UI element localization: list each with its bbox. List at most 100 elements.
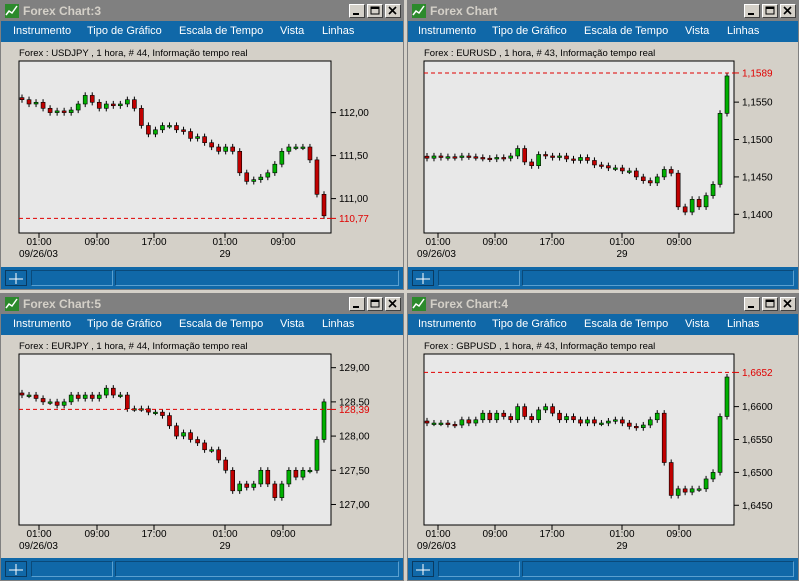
candle-down[interactable] xyxy=(550,155,555,158)
close-button[interactable] xyxy=(385,4,401,18)
candle-down[interactable] xyxy=(111,103,116,107)
candle-up[interactable] xyxy=(209,449,214,452)
menu-instrumento[interactable]: Instrumento xyxy=(418,25,476,37)
menu-vista[interactable]: Vista xyxy=(280,318,304,330)
candle-up[interactable] xyxy=(125,99,130,105)
candle-down[interactable] xyxy=(501,412,507,417)
candle-up[interactable] xyxy=(515,148,520,157)
candle-up[interactable] xyxy=(251,483,257,488)
candle-down[interactable] xyxy=(501,157,507,160)
menu-linhas[interactable]: Linhas xyxy=(322,25,354,37)
maximize-button[interactable] xyxy=(367,297,383,311)
menu-vista[interactable]: Vista xyxy=(685,25,709,37)
candle-up[interactable] xyxy=(445,156,451,159)
candle-down[interactable] xyxy=(438,155,444,158)
menu-linhas[interactable]: Linhas xyxy=(322,318,354,330)
candle-up[interactable] xyxy=(578,157,583,161)
candle-up[interactable] xyxy=(61,401,67,406)
candle-down[interactable] xyxy=(640,176,646,181)
candle-down[interactable] xyxy=(111,387,116,396)
candle-up[interactable] xyxy=(640,424,646,428)
candle-down[interactable] xyxy=(634,426,639,429)
candle-down[interactable] xyxy=(627,422,632,427)
candle-up[interactable] xyxy=(26,394,32,397)
candle-down[interactable] xyxy=(265,469,271,485)
maximize-button[interactable] xyxy=(762,4,778,18)
candle-up[interactable] xyxy=(675,488,681,496)
candle-down[interactable] xyxy=(599,164,604,167)
candle-down[interactable] xyxy=(230,146,235,152)
candle-down[interactable] xyxy=(606,165,611,169)
candle-down[interactable] xyxy=(244,172,250,182)
close-button[interactable] xyxy=(780,4,796,18)
candle-down[interactable] xyxy=(26,99,32,105)
crosshair-button[interactable] xyxy=(412,270,434,286)
candle-up[interactable] xyxy=(265,172,271,178)
candle-down[interactable] xyxy=(522,406,527,417)
candle-up[interactable] xyxy=(494,412,500,421)
candle-up[interactable] xyxy=(54,110,60,113)
candle-down[interactable] xyxy=(293,469,299,478)
candle-up[interactable] xyxy=(293,146,299,149)
menu-vista[interactable]: Vista xyxy=(280,25,304,37)
candle-up[interactable] xyxy=(82,394,88,399)
menu-instrumento[interactable]: Instrumento xyxy=(13,25,71,37)
candle-up[interactable] xyxy=(696,488,702,491)
candle-down[interactable] xyxy=(209,142,214,148)
candle-down[interactable] xyxy=(564,155,569,160)
chart-panel[interactable]: Forex : USDJPY , 1 hora, # 44, Informaçã… xyxy=(1,42,403,262)
candle-down[interactable] xyxy=(675,172,681,208)
candle-down[interactable] xyxy=(508,416,514,421)
candle-down[interactable] xyxy=(307,146,313,161)
candle-down[interactable] xyxy=(578,419,583,424)
candle-up[interactable] xyxy=(300,469,306,478)
candle-down[interactable] xyxy=(452,156,458,159)
candle-down[interactable] xyxy=(466,419,472,424)
crosshair-button[interactable] xyxy=(5,270,27,286)
candle-up[interactable] xyxy=(606,420,611,424)
candle-down[interactable] xyxy=(592,160,597,166)
candle-up[interactable] xyxy=(613,419,618,422)
candle-down[interactable] xyxy=(620,419,625,424)
candle-up[interactable] xyxy=(703,195,709,208)
candle-down[interactable] xyxy=(216,449,221,461)
candle-down[interactable] xyxy=(40,101,46,109)
chart-window-eurjpy[interactable]: Forex Chart:5 Instrumento Tipo de Gráfic… xyxy=(0,293,404,581)
plot-area[interactable] xyxy=(423,60,735,234)
candle-up[interactable] xyxy=(689,199,695,213)
chart-window-gbpusd[interactable]: Forex Chart:4 Instrumento Tipo de Gráfic… xyxy=(407,293,799,581)
candlestick-chart[interactable]: Forex : EURJPY , 1 hora, # 44, Informaçã… xyxy=(1,335,403,555)
candle-down[interactable] xyxy=(54,401,60,406)
candle-down[interactable] xyxy=(634,170,639,178)
chart-panel[interactable]: Forex : EURUSD , 1 hora, # 43, Informaçã… xyxy=(408,42,798,262)
candle-down[interactable] xyxy=(661,412,667,463)
title-bar[interactable]: Forex Chart xyxy=(408,1,798,21)
plot-area[interactable] xyxy=(18,353,332,526)
candle-up[interactable] xyxy=(237,483,243,492)
candle-down[interactable] xyxy=(557,412,562,421)
candle-down[interactable] xyxy=(47,108,53,113)
candle-up[interactable] xyxy=(103,103,109,109)
candle-up[interactable] xyxy=(258,469,264,485)
candle-down[interactable] xyxy=(96,101,102,109)
candle-down[interactable] xyxy=(216,146,221,152)
candle-down[interactable] xyxy=(195,439,200,444)
candle-up[interactable] xyxy=(613,167,618,170)
candle-up[interactable] xyxy=(473,419,479,424)
candle-up[interactable] xyxy=(153,129,158,135)
candle-up[interactable] xyxy=(647,419,653,426)
candle-up[interactable] xyxy=(96,394,102,399)
candlestick-chart[interactable]: Forex : EURUSD , 1 hora, # 43, Informaçã… xyxy=(408,42,798,264)
crosshair-button[interactable] xyxy=(412,561,434,577)
candle-down[interactable] xyxy=(188,131,193,139)
candle-down[interactable] xyxy=(424,155,430,159)
candle-up[interactable] xyxy=(68,394,74,403)
candle-down[interactable] xyxy=(668,169,674,174)
menu-instrumento[interactable]: Instrumento xyxy=(418,318,476,330)
candle-down[interactable] xyxy=(160,411,165,416)
candle-down[interactable] xyxy=(424,420,430,424)
candle-up[interactable] xyxy=(286,146,292,152)
menu-tipo-de-grafico[interactable]: Tipo de Gráfico xyxy=(492,318,567,330)
title-bar[interactable]: Forex Chart:3 xyxy=(1,1,403,21)
maximize-button[interactable] xyxy=(367,4,383,18)
